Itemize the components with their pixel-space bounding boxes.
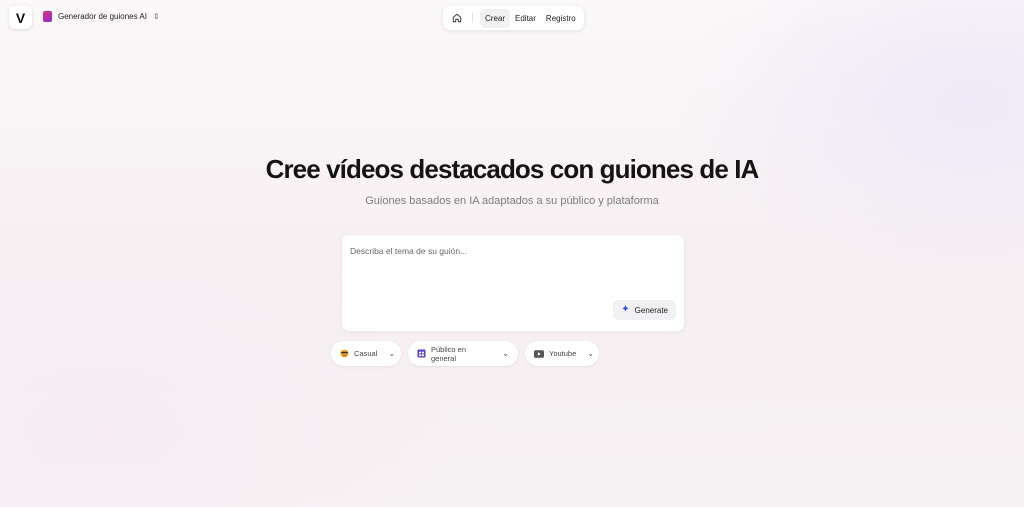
tone-label: Casual [354,349,378,358]
chevron-down-icon: ⌄ [502,349,509,358]
prompt-card: ✦ Generate [342,235,684,331]
audience-label: Público en general [431,344,467,363]
page-subtitle: Guiones basados en IA adaptados a su púb… [365,195,659,207]
audience-select[interactable]: Público en general ⌄ [408,341,518,366]
platform-label: Youtube [549,349,577,358]
top-navigation: Crear Editar Registro [443,6,584,30]
logo-letter: V [15,9,26,26]
sparkle-icon: ✦ [621,304,630,315]
face-icon [340,349,349,358]
product-icon [43,11,52,22]
home-icon [452,13,462,23]
logo-button[interactable]: V [9,6,32,29]
people-icon [417,349,426,358]
tab-crear[interactable]: Crear [480,8,511,28]
tab-registro[interactable]: Registro [541,9,581,28]
chevron-down-icon: ⌄ [388,349,396,358]
generate-button[interactable]: ✦ Generate [613,300,676,320]
product-switcher[interactable]: Generador de guiones AI ⇕ [43,11,160,22]
page-title: Cree vídeos destacados con guiones de IA [265,154,760,184]
home-button[interactable] [446,9,468,27]
platform-select[interactable]: Youtube ⌄ [525,341,599,366]
nav-divider [472,13,473,23]
generate-label: Generate [634,305,668,315]
youtube-icon [534,349,544,358]
topic-input[interactable] [350,246,670,298]
chevron-down-icon: ⌄ [587,349,594,358]
product-name: Generador de guiones AI [58,12,147,21]
tone-select[interactable]: Casual ⌄ [331,341,401,366]
tab-editar[interactable]: Editar [510,9,541,28]
chevron-updown-icon: ⇕ [152,11,160,21]
